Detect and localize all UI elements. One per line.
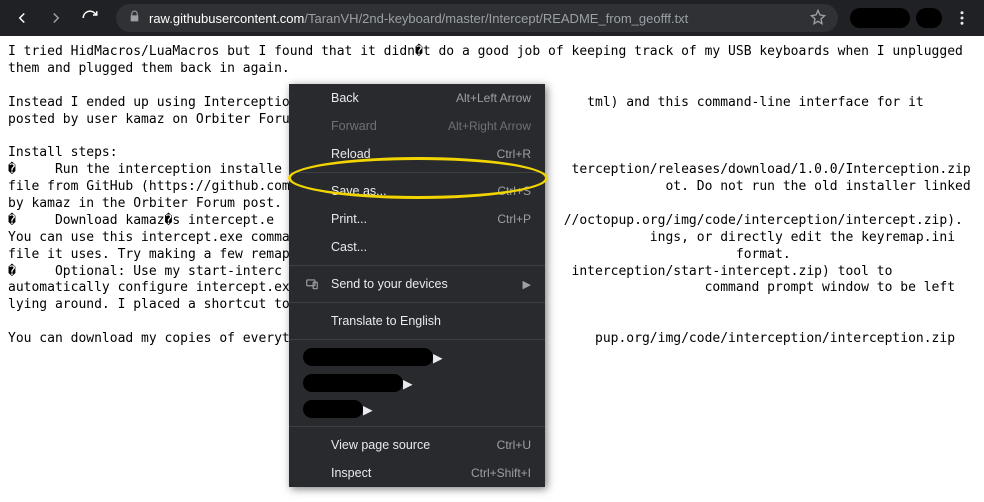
menu-save-as-shortcut: Ctrl+S bbox=[497, 184, 531, 198]
lock-icon bbox=[128, 10, 141, 26]
menu-view-source-shortcut: Ctrl+U bbox=[497, 438, 531, 452]
chevron-right-icon: ▶ bbox=[433, 350, 443, 365]
redacted-menu-item[interactable]: ▶ bbox=[289, 370, 545, 396]
menu-translate[interactable]: Translate to English bbox=[289, 307, 545, 335]
menu-cast-label: Cast... bbox=[331, 240, 531, 254]
redacted-menu-item[interactable]: ▶ bbox=[289, 344, 545, 370]
menu-back-label: Back bbox=[331, 91, 456, 105]
menu-back-shortcut: Alt+Left Arrow bbox=[456, 91, 531, 105]
menu-forward-label: Forward bbox=[331, 119, 448, 133]
context-menu: Back Alt+Left Arrow Forward Alt+Right Ar… bbox=[289, 84, 545, 487]
devices-icon bbox=[303, 277, 321, 291]
url-path: /TaranVH/2nd-keyboard/master/Intercept/R… bbox=[304, 11, 688, 26]
redacted-area bbox=[850, 8, 910, 28]
menu-forward-shortcut: Alt+Right Arrow bbox=[448, 119, 531, 133]
address-bar[interactable]: raw.githubusercontent.com/TaranVH/2nd-ke… bbox=[116, 4, 838, 32]
star-icon[interactable] bbox=[810, 9, 826, 28]
chevron-right-icon: ▶ bbox=[363, 402, 373, 417]
menu-separator bbox=[289, 302, 545, 303]
menu-inspect-shortcut: Ctrl+Shift+I bbox=[471, 466, 531, 480]
chevron-right-icon: ▶ bbox=[403, 376, 413, 391]
menu-reload-label: Reload bbox=[331, 147, 497, 161]
menu-view-source[interactable]: View page source Ctrl+U bbox=[289, 431, 545, 459]
menu-save-as-label: Save as... bbox=[331, 184, 497, 198]
menu-cast[interactable]: Cast... bbox=[289, 233, 545, 261]
redacted-area bbox=[916, 8, 942, 28]
menu-inspect-label: Inspect bbox=[331, 466, 471, 480]
forward-button[interactable] bbox=[42, 4, 70, 32]
menu-send-label: Send to your devices bbox=[331, 277, 531, 291]
menu-save-as[interactable]: Save as... Ctrl+S bbox=[289, 177, 545, 205]
menu-print-label: Print... bbox=[331, 212, 497, 226]
menu-separator bbox=[289, 339, 545, 340]
menu-back[interactable]: Back Alt+Left Arrow bbox=[289, 84, 545, 112]
menu-separator bbox=[289, 426, 545, 427]
menu-forward[interactable]: Forward Alt+Right Arrow bbox=[289, 112, 545, 140]
menu-separator bbox=[289, 265, 545, 266]
menu-print[interactable]: Print... Ctrl+P bbox=[289, 205, 545, 233]
menu-send-to-devices[interactable]: Send to your devices ▶ bbox=[289, 270, 545, 298]
chevron-right-icon: ▶ bbox=[523, 278, 531, 291]
menu-view-source-label: View page source bbox=[331, 438, 497, 452]
menu-print-shortcut: Ctrl+P bbox=[497, 212, 531, 226]
back-button[interactable] bbox=[8, 4, 36, 32]
menu-reload-shortcut: Ctrl+R bbox=[497, 147, 531, 161]
url-domain: raw.githubusercontent.com bbox=[149, 11, 304, 26]
menu-reload[interactable]: Reload Ctrl+R bbox=[289, 140, 545, 168]
menu-separator bbox=[289, 172, 545, 173]
menu-button[interactable] bbox=[948, 4, 976, 32]
menu-inspect[interactable]: Inspect Ctrl+Shift+I bbox=[289, 459, 545, 487]
redacted-menu-item[interactable]: ▶ bbox=[289, 396, 545, 422]
menu-translate-label: Translate to English bbox=[331, 314, 531, 328]
browser-toolbar: raw.githubusercontent.com/TaranVH/2nd-ke… bbox=[0, 0, 984, 36]
reload-button[interactable] bbox=[76, 4, 104, 32]
